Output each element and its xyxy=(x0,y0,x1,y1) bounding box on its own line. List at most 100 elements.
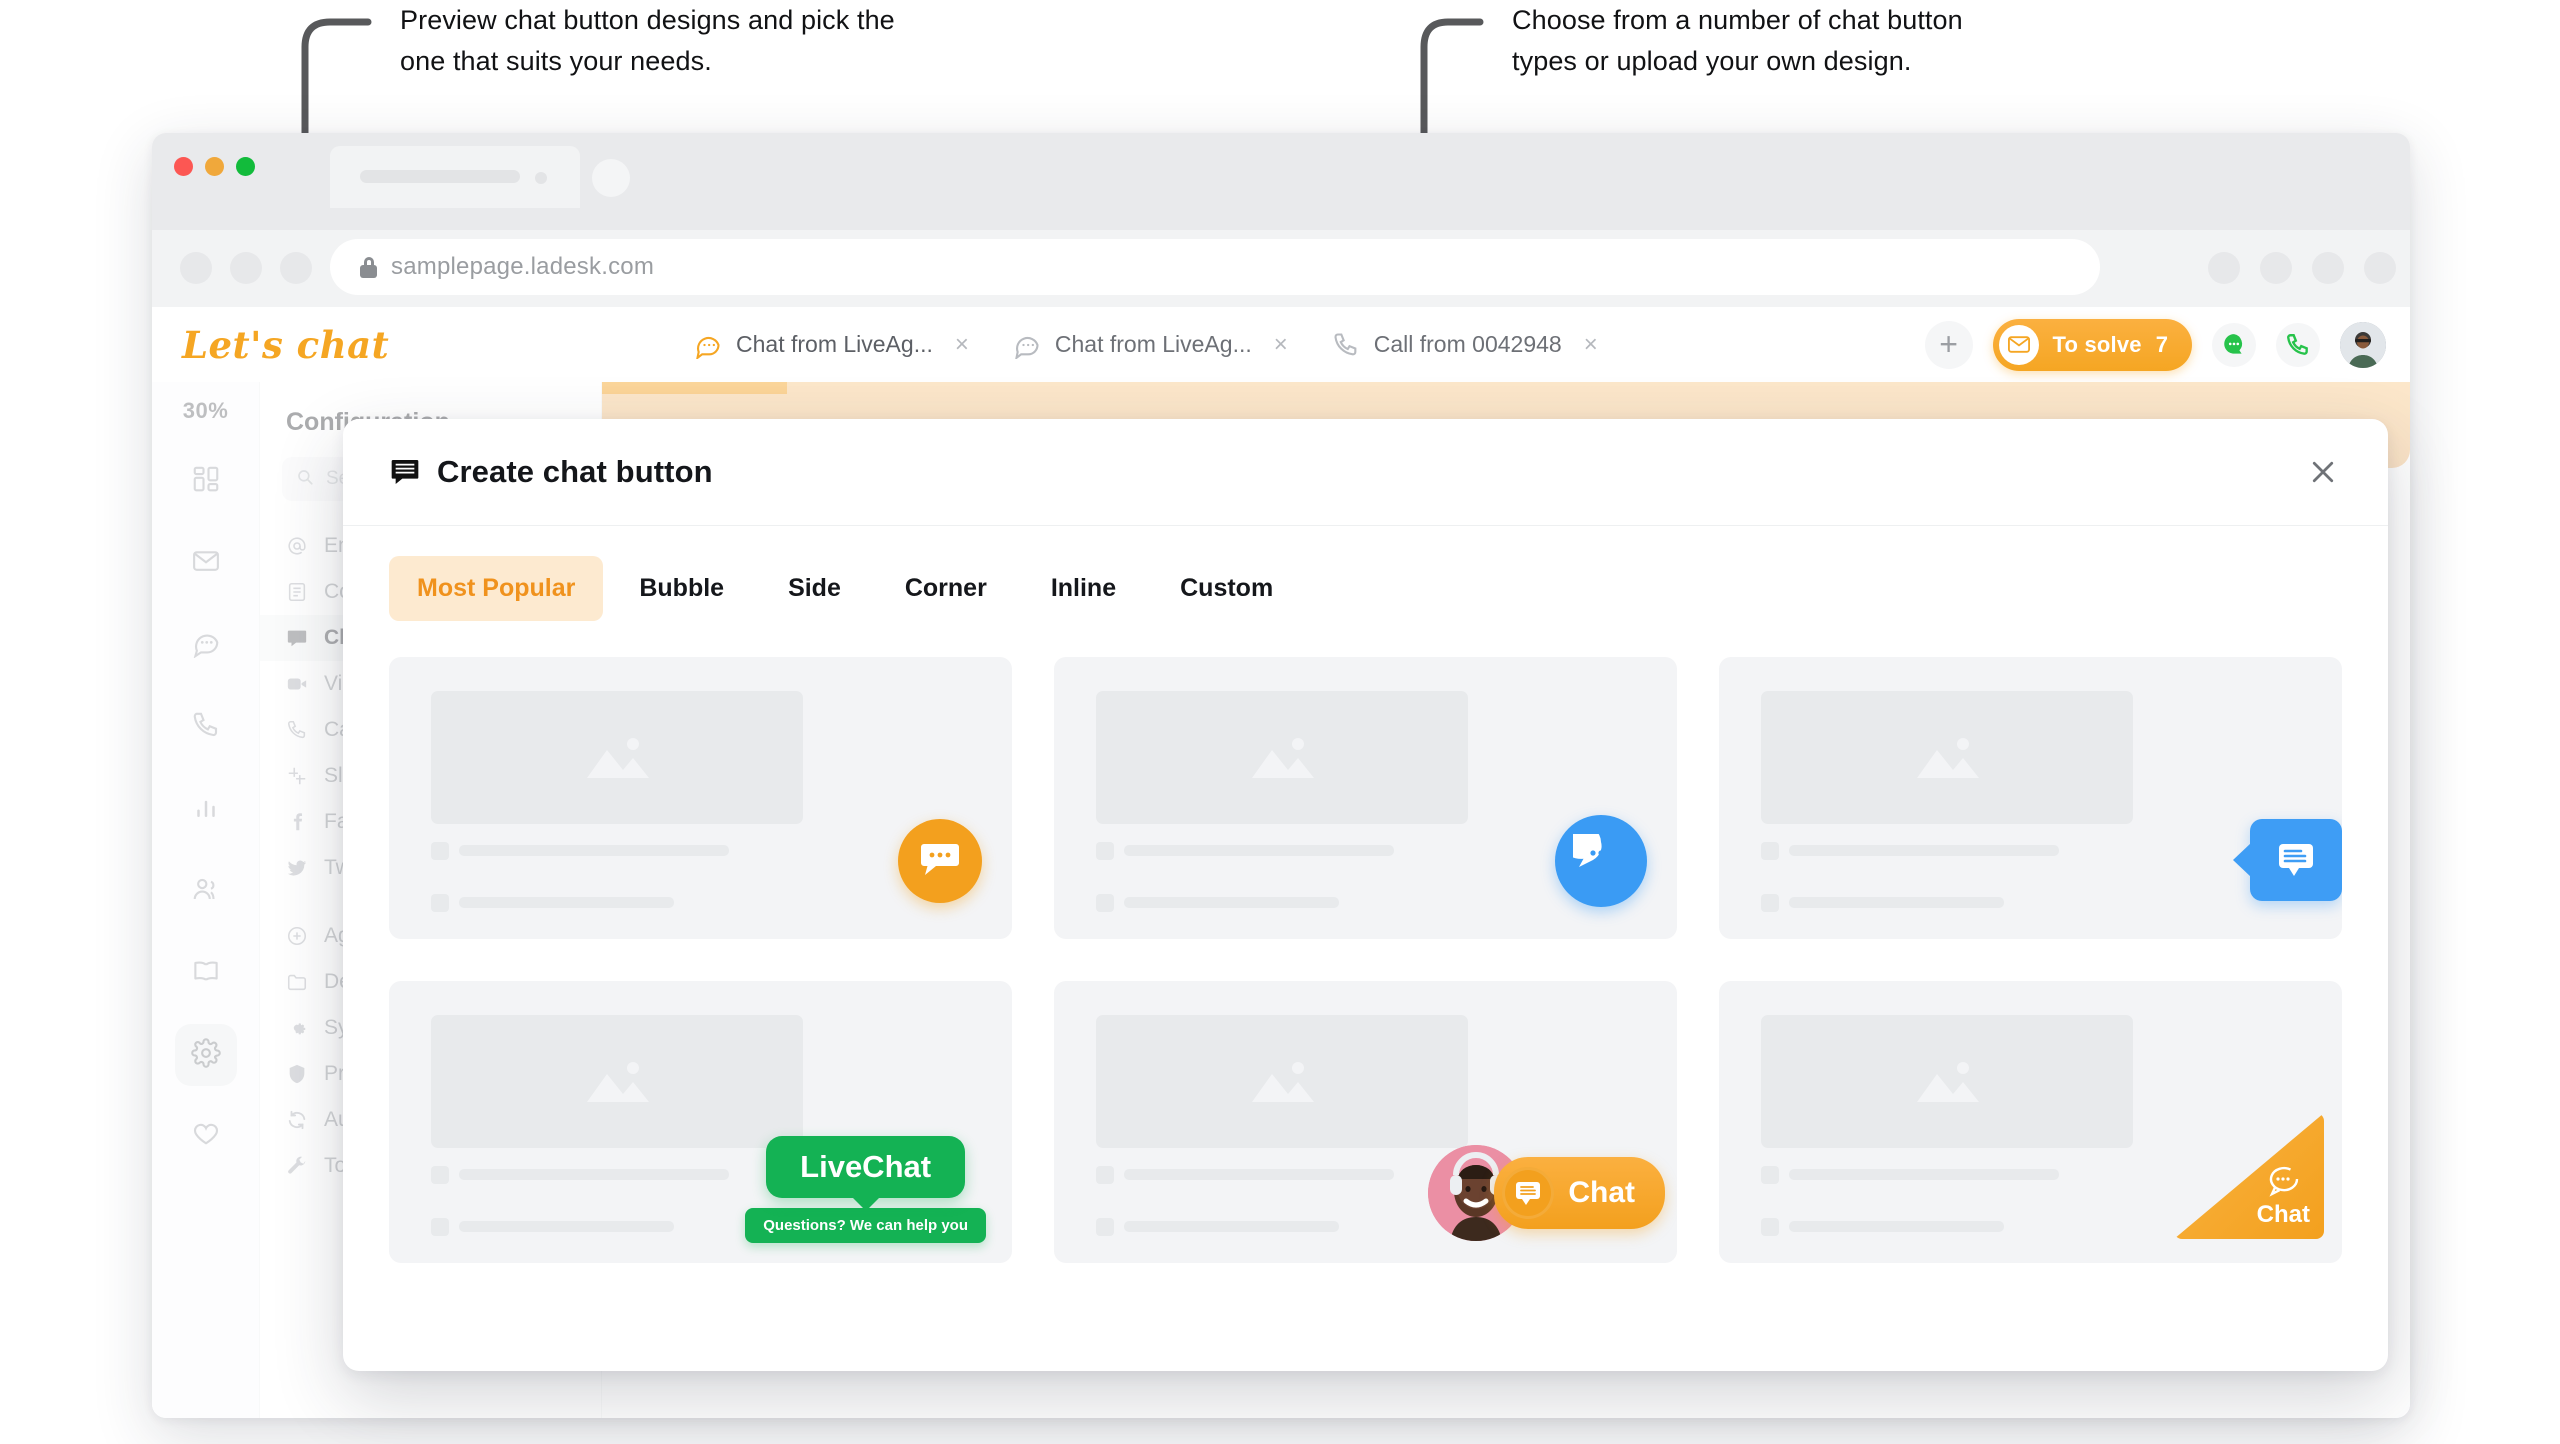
preview-line-marker xyxy=(1761,894,1779,912)
to-solve-badge[interactable]: To solve 7 xyxy=(1992,318,2192,371)
preview-line-marker xyxy=(431,1218,449,1236)
corner-chat-icon xyxy=(2269,1166,2299,1197)
preview-line xyxy=(1124,1169,1394,1180)
chat-pill-label: Chat xyxy=(1568,1176,1635,1209)
browser-toolbar: samplepage.ladesk.com xyxy=(152,230,2410,307)
tab-custom[interactable]: Custom xyxy=(1152,556,1301,621)
preview-line-marker xyxy=(431,842,449,860)
preview-line xyxy=(1124,1221,1339,1232)
conversation-tab-2-label: Chat from LiveAg... xyxy=(1054,331,1252,357)
conversation-tab-3-close[interactable]: × xyxy=(1584,331,1598,359)
app-header: Let's chat Chat from LiveAg... × Chat fr… xyxy=(152,307,2410,382)
forward-button[interactable] xyxy=(230,252,262,284)
add-button[interactable]: + xyxy=(1924,320,1973,369)
extensions-button[interactable] xyxy=(2208,252,2240,284)
preview-image-placeholder xyxy=(1096,691,1468,824)
browser-tab[interactable] xyxy=(330,146,580,208)
profile-button[interactable] xyxy=(2312,252,2344,284)
chat-button-option-bubble-orange[interactable] xyxy=(389,657,1012,939)
address-bar-url: samplepage.ladesk.com xyxy=(391,253,655,280)
app-logo: Let's chat xyxy=(182,322,390,367)
tab-side[interactable]: Side xyxy=(760,556,869,621)
browser-tab-title-placeholder xyxy=(360,170,520,183)
address-bar[interactable]: samplepage.ladesk.com xyxy=(330,239,2100,295)
button-preview-corner-triangle[interactable]: Chat xyxy=(2174,1113,2324,1239)
to-solve-count: 7 xyxy=(2155,331,2168,357)
preview-line xyxy=(459,1169,729,1180)
preview-line-marker xyxy=(1096,1218,1114,1236)
preview-line xyxy=(1124,897,1339,908)
conversation-tab-3[interactable]: Call from 0042948 × xyxy=(1310,307,1620,382)
screenshot-root: Preview chat button designs and pick the… xyxy=(0,0,2560,1444)
modal-tabs: Most Popular Bubble Side Corner Inline C… xyxy=(343,526,2388,631)
avatar[interactable] xyxy=(2340,321,2386,368)
create-chat-button-modal: Create chat button Most Popular Bubble S… xyxy=(343,419,2388,1371)
preview-line-marker xyxy=(1761,1166,1779,1184)
chat-bubble-icon xyxy=(1013,331,1041,360)
livechat-primary-label: LiveChat xyxy=(766,1136,966,1198)
conversation-tab-1-label: Chat from LiveAg... xyxy=(736,331,933,357)
phone-status-button[interactable] xyxy=(2276,322,2320,367)
preview-line xyxy=(1789,845,2059,856)
browser-menu-button[interactable] xyxy=(2364,252,2396,284)
to-solve-label: To solve xyxy=(2052,331,2142,357)
button-preview-bubble-orange[interactable] xyxy=(898,819,982,903)
preview-image-placeholder xyxy=(431,691,803,824)
tab-most-popular[interactable]: Most Popular xyxy=(389,556,604,621)
preview-line-marker xyxy=(1096,894,1114,912)
preview-image-placeholder xyxy=(1096,1015,1468,1148)
minimize-window-button[interactable] xyxy=(205,157,224,176)
browser-tab-close-icon[interactable] xyxy=(535,172,547,184)
preview-line xyxy=(1789,897,2004,908)
preview-line xyxy=(459,1221,674,1232)
browser-titlebar xyxy=(152,133,2410,230)
traffic-lights xyxy=(174,157,255,176)
tab-bubble[interactable]: Bubble xyxy=(611,556,752,621)
conversation-tab-1-close[interactable]: × xyxy=(955,331,969,359)
button-preview-bubble-blue[interactable] xyxy=(1555,815,1647,907)
corner-triangle-label: Chat xyxy=(2256,1201,2310,1228)
page-title: Create chat button xyxy=(437,454,713,489)
button-preview-agent-pill[interactable]: Chat xyxy=(1428,1145,1665,1241)
chat-status-button[interactable] xyxy=(2212,322,2256,367)
preview-line-marker xyxy=(1761,842,1779,860)
header-actions: + To solve 7 xyxy=(1924,318,2386,371)
chat-button-option-bubble-blue[interactable] xyxy=(1054,657,1677,939)
preview-line-marker xyxy=(431,894,449,912)
preview-line-marker xyxy=(1761,1218,1779,1236)
button-preview-livechat-green[interactable]: LiveChat Questions? We can help you xyxy=(745,1136,986,1243)
modal-header: Create chat button xyxy=(343,419,2388,526)
button-preview-side-tab-blue[interactable] xyxy=(2250,819,2342,901)
conversation-tab-2[interactable]: Chat from LiveAg... × xyxy=(991,307,1310,382)
bookmark-button[interactable] xyxy=(2260,252,2292,284)
chat-button-option-side-tab-blue[interactable] xyxy=(1719,657,2342,939)
tab-inline[interactable]: Inline xyxy=(1023,556,1144,621)
preview-line xyxy=(1124,845,1394,856)
conversation-tab-3-label: Call from 0042948 xyxy=(1373,331,1562,357)
tab-corner[interactable]: Corner xyxy=(877,556,1015,621)
preview-image-placeholder xyxy=(431,1015,803,1148)
chat-button-option-livechat-green[interactable]: LiveChat Questions? We can help you xyxy=(389,981,1012,1263)
annotation-right-text: Choose from a number of chat button type… xyxy=(1512,5,1963,77)
annotation-left-text: Preview chat button designs and pick the… xyxy=(400,5,895,77)
preview-line-marker xyxy=(1096,842,1114,860)
close-icon[interactable] xyxy=(2300,449,2346,495)
preview-line xyxy=(1789,1169,2059,1180)
chat-pill-icon xyxy=(1502,1167,1555,1219)
conversation-tab-1[interactable]: Chat from LiveAg... × xyxy=(672,307,991,382)
chat-button-option-agent-pill[interactable]: Chat xyxy=(1054,981,1677,1263)
preview-line xyxy=(459,845,729,856)
chat-bubble-icon xyxy=(694,331,722,360)
new-tab-button[interactable] xyxy=(592,159,630,197)
phone-icon xyxy=(1332,331,1360,359)
conversation-tab-2-close[interactable]: × xyxy=(1274,331,1288,359)
back-button[interactable] xyxy=(180,252,212,284)
preview-image-placeholder xyxy=(1761,691,2133,824)
chat-button-option-corner-triangle[interactable]: Chat xyxy=(1719,981,2342,1263)
maximize-window-button[interactable] xyxy=(236,157,255,176)
close-window-button[interactable] xyxy=(174,157,193,176)
chat-board-icon xyxy=(389,456,421,488)
reload-button[interactable] xyxy=(280,252,312,284)
preview-line-marker xyxy=(431,1166,449,1184)
preview-image-placeholder xyxy=(1761,1015,2133,1148)
